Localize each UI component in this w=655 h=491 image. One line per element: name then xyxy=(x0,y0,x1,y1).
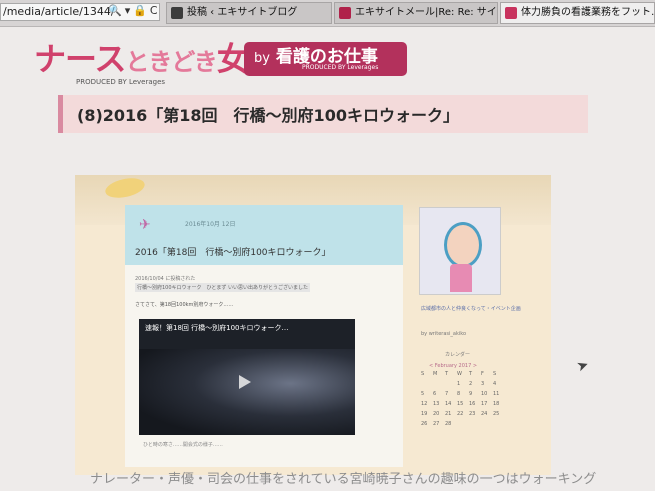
calendar-day[interactable]: 9 xyxy=(469,391,481,397)
video-caption: ひと時の寒さ……開会式の様子…… xyxy=(143,442,223,448)
blog-post-header: ✈ 2016年10月 12日 2016「第18回 行橋〜別府100キロウォーク」 xyxy=(125,205,403,265)
calendar-day xyxy=(445,381,457,387)
avatar-face xyxy=(444,222,482,268)
tab-nurse-article[interactable]: 体力勝負の看護業務をフット… xyxy=(500,2,655,24)
badge-sub: PRODUCED BY Leverages xyxy=(302,64,379,71)
calendar-day xyxy=(421,381,433,387)
calendar-day[interactable]: 14 xyxy=(445,401,457,407)
mouse-cursor-icon: ➤ xyxy=(574,356,592,376)
calendar-day[interactable]: 28 xyxy=(445,421,457,427)
calendar-day[interactable]: 3 xyxy=(481,381,493,387)
blog-post-intro: さてさて、第18回100km別府ウォーク…… xyxy=(135,302,234,308)
tab-label: 投稿 ‹ エキサイトブログ xyxy=(187,7,298,18)
tab-label: 体力勝負の看護業務をフット… xyxy=(521,7,655,18)
calendar-month: < February 2017 > xyxy=(429,363,478,369)
blog-favicon-icon xyxy=(171,7,183,19)
tab-blog-post[interactable]: 投稿 ‹ エキサイトブログ xyxy=(166,2,332,24)
video-frame xyxy=(139,349,355,435)
calendar-day: W xyxy=(457,371,462,377)
address-text: /media/article/1344/ xyxy=(3,5,115,18)
logo-part-1: ナース xyxy=(34,40,126,78)
blog-post-card: ✈ 2016年10月 12日 2016「第18回 行橋〜別府100キロウォーク」… xyxy=(125,205,403,467)
calendar-day xyxy=(493,421,505,427)
calendar-day[interactable]: 18 xyxy=(493,401,505,407)
calendar-day[interactable]: 13 xyxy=(433,401,445,407)
calendar-day[interactable]: 26 xyxy=(421,421,433,427)
calendar-day[interactable]: 27 xyxy=(433,421,445,427)
calendar-day[interactable]: 24 xyxy=(481,411,493,417)
calendar-day[interactable]: 12 xyxy=(421,401,433,407)
calendar-day[interactable]: 23 xyxy=(469,411,481,417)
calendar-day[interactable]: 7 xyxy=(445,391,457,397)
kango-badge[interactable]: by 看護のお仕事 PRODUCED BY Leverages xyxy=(244,42,407,76)
calendar-day xyxy=(433,381,445,387)
blog-post-title: 2016「第18回 行橋〜別府100キロウォーク」 xyxy=(135,248,331,258)
play-icon[interactable] xyxy=(239,375,251,389)
sidebar-author: by writerasi_akiko xyxy=(421,331,467,337)
logo-text: ナースときどき女子 xyxy=(34,40,280,80)
video-player[interactable]: 速報！第18回 行橋〜別府100キロウォーク… xyxy=(139,319,355,435)
tab-excite-mail[interactable]: エキサイトメール|Re: Re: サイトご紹… xyxy=(334,2,498,24)
calendar-day[interactable]: 22 xyxy=(457,411,469,417)
calendar-day: T xyxy=(469,371,473,377)
calendar-day[interactable]: 2 xyxy=(469,381,481,387)
calendar-day[interactable]: 5 xyxy=(421,391,433,397)
calendar-day: S xyxy=(493,371,497,377)
calendar-day xyxy=(457,421,469,427)
calendar-day[interactable]: 17 xyxy=(481,401,493,407)
site-logo[interactable]: ナースときどき女子 PRODUCED BY Leverages xyxy=(34,40,280,86)
calendar-day xyxy=(469,421,481,427)
mail-favicon-icon xyxy=(339,7,351,19)
calendar-day: M xyxy=(433,371,438,377)
calendar-label: カレンダー xyxy=(445,352,471,358)
browser-chrome: /media/article/1344/ 🔍▾🔒C 投稿 ‹ エキサイトブログ … xyxy=(0,0,655,27)
calendar-grid: S M T W T F S 1 2 3 4 5 6 7 8 9 10 11 12 13 14 15 16 17 18 19 20 21… xyxy=(421,371,505,427)
calendar-day[interactable]: 4 xyxy=(493,381,505,387)
tab-label: エキサイトメール|Re: Re: サイトご紹… xyxy=(355,7,497,18)
address-bar-icons[interactable]: 🔍▾🔒C xyxy=(108,4,161,17)
sidebar-link: 広域都市の人と仲良くなって・イベント企画 xyxy=(421,306,521,312)
avatar-dress xyxy=(450,264,472,292)
bird-icon: ✈ xyxy=(139,217,151,233)
article-title: (8)2016「第18回 行橋〜別府100キロウォーク」 xyxy=(77,106,459,125)
calendar-day[interactable]: 11 xyxy=(493,391,505,397)
blog-post-date: 2016年10月 12日 xyxy=(185,221,236,228)
blog-post-tags: 行橋〜別府100キロウォーク ひとまず いい思い出ありがとうございました xyxy=(135,283,310,292)
video-title: 速報！第18回 行橋〜別府100キロウォーク… xyxy=(145,324,289,332)
calendar-day[interactable]: 6 xyxy=(433,391,445,397)
badge-by: by xyxy=(254,51,270,66)
site-favicon-icon xyxy=(505,7,517,19)
logo-part-2: ときどき xyxy=(125,48,217,76)
article-lead-text: ナレーター・声優・司会の仕事をされている宮崎暁子さんの趣味の一つはウォーキング xyxy=(90,472,597,487)
calendar-day[interactable]: 15 xyxy=(457,401,469,407)
calendar-day[interactable]: 10 xyxy=(481,391,493,397)
page-content: ナースときどき女子 PRODUCED BY Leverages by 看護のお仕… xyxy=(0,27,655,491)
article-title-bar: (8)2016「第18回 行橋〜別府100キロウォーク」 xyxy=(58,95,588,133)
calendar-day: F xyxy=(481,371,484,377)
calendar-day[interactable]: 19 xyxy=(421,411,433,417)
calendar-day xyxy=(481,421,493,427)
calendar-day[interactable]: 25 xyxy=(493,411,505,417)
blog-screenshot-image: ✈ 2016年10月 12日 2016「第18回 行橋〜別府100キロウォーク」… xyxy=(75,175,551,475)
calendar-day[interactable]: 21 xyxy=(445,411,457,417)
calendar-day: S xyxy=(421,371,425,377)
calendar-day: T xyxy=(445,371,449,377)
calendar-day[interactable]: 16 xyxy=(469,401,481,407)
blog-post-meta: 2016/10/04 に投稿された xyxy=(135,276,196,282)
calendar-day[interactable]: 1 xyxy=(457,381,469,387)
calendar-day[interactable]: 8 xyxy=(457,391,469,397)
profile-avatar xyxy=(419,207,501,295)
calendar-day[interactable]: 20 xyxy=(433,411,445,417)
